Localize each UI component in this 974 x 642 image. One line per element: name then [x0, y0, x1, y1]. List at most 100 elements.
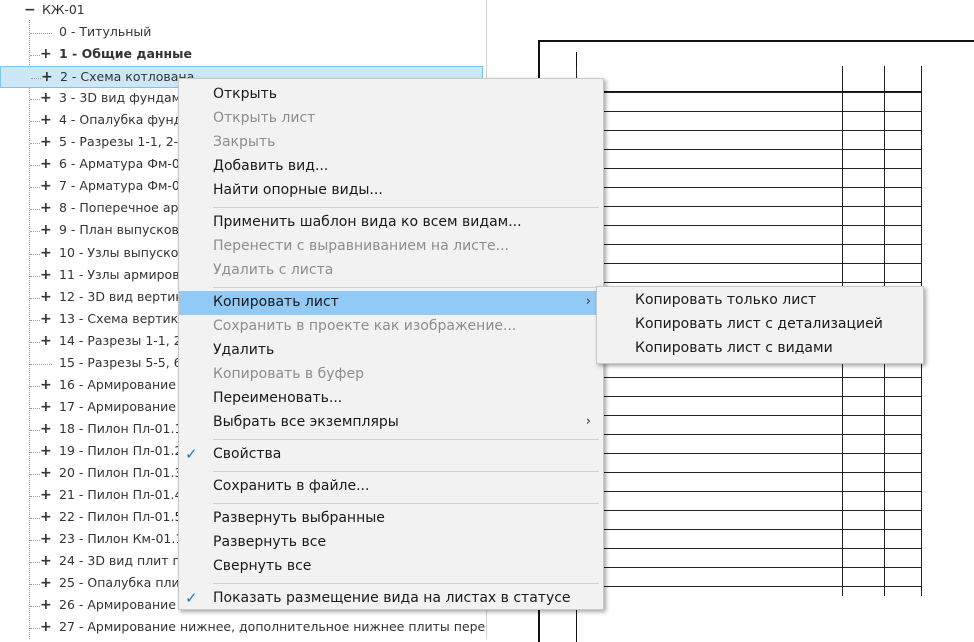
tree-connector — [30, 584, 40, 586]
menu-item[interactable]: ✓ Показать размещение вида на листах в ст… — [179, 587, 603, 611]
plus-icon[interactable]: + — [40, 532, 52, 546]
plus-icon[interactable]: + — [40, 598, 52, 612]
menu-item[interactable]: Свернуть все — [179, 555, 603, 579]
plus-icon[interactable]: + — [40, 510, 52, 524]
menu-separator — [213, 583, 599, 584]
tree-item-label: 26 - Армирование — [59, 597, 176, 613]
plus-icon[interactable]: + — [40, 620, 52, 634]
menu-item[interactable]: Сохранить в проекте как изображение... — [179, 315, 603, 339]
menu-item[interactable]: Переименовать... — [179, 387, 603, 411]
menu-separator — [213, 287, 599, 288]
tree-item-label: 9 - План выпусков — [59, 222, 179, 238]
menu-item[interactable]: Копировать в буфер — [179, 363, 603, 387]
sheet-table-line — [576, 472, 921, 473]
plus-icon[interactable]: + — [40, 488, 52, 502]
tree-item-label: 22 - Пилон Пл-01.5 — [59, 509, 183, 525]
tree-item-label: 13 - Схема вертика — [59, 310, 186, 326]
menu-item[interactable]: Закрыть — [179, 131, 603, 155]
tree-item[interactable]: +27 - Армирование нижнее, дополнительное… — [0, 617, 486, 639]
menu-separator — [213, 207, 599, 208]
plus-icon[interactable]: + — [40, 201, 52, 215]
sheet-table-line — [576, 415, 921, 416]
menu-item[interactable]: Развернуть выбранные — [179, 507, 603, 531]
menu-item[interactable]: Удалить с листа — [179, 259, 603, 283]
menu-item[interactable]: Найти опорные виды... — [179, 179, 603, 203]
sheet-table-line — [576, 586, 921, 587]
tree-item-label: 15 - Разрезы 5-5, 6 — [59, 354, 182, 370]
menu-item[interactable]: Открыть лист — [179, 107, 603, 131]
plus-icon[interactable]: + — [40, 554, 52, 568]
tree-connector — [30, 429, 40, 431]
menu-item-label: Свернуть все — [213, 558, 312, 574]
plus-icon[interactable]: + — [40, 135, 52, 149]
tree-item-label: 24 - 3D вид плит пе — [59, 553, 189, 569]
tree-connector — [30, 55, 40, 57]
menu-item[interactable]: Выбрать все экземпляры › — [179, 411, 603, 435]
sheet-table-line — [576, 263, 921, 264]
menu-item[interactable]: Удалить — [179, 339, 603, 363]
menu-item[interactable]: Перенести с выравниванием на листе... — [179, 235, 603, 259]
plus-icon[interactable]: + — [40, 223, 52, 237]
tree-item-label: 25 - Опалубка плит — [59, 575, 187, 591]
menu-item[interactable]: Открыть — [179, 83, 603, 107]
plus-icon[interactable]: + — [40, 422, 52, 436]
sheet-table-line — [576, 282, 921, 283]
tree-item-label: 7 - Арматура Фм-0 — [59, 178, 180, 194]
plus-icon[interactable]: + — [40, 268, 52, 282]
tree-item[interactable]: 0 - Титульный — [0, 22, 486, 44]
tree-item-label: 23 - Пилон Км-01.1 — [59, 531, 184, 547]
menu-item[interactable]: Применить шаблон вида ко всем видам... — [179, 211, 603, 235]
plus-icon[interactable]: + — [40, 113, 52, 127]
plus-icon[interactable]: + — [40, 157, 52, 171]
plus-icon[interactable]: + — [40, 400, 52, 414]
tree-connector — [30, 231, 40, 233]
submenu-item[interactable]: Копировать только лист — [597, 289, 923, 313]
menu-item-label: Сохранить в проекте как изображение... — [213, 318, 517, 334]
plus-icon[interactable]: + — [40, 378, 52, 392]
menu-item[interactable]: Развернуть все — [179, 531, 603, 555]
plus-icon[interactable]: + — [40, 444, 52, 458]
plus-icon[interactable]: + — [41, 70, 53, 84]
chevron-right-icon: › — [585, 414, 591, 429]
plus-icon[interactable]: + — [40, 246, 52, 260]
tree-item[interactable]: +1 - Общие данные — [0, 44, 486, 66]
menu-item[interactable]: Копировать лист › — [179, 291, 603, 315]
menu-item-label: Сохранить в файле... — [213, 478, 370, 494]
menu-item[interactable]: Добавить вид... — [179, 155, 603, 179]
tree-connector — [30, 474, 40, 475]
menu-item[interactable]: ✓ Свойства — [179, 443, 603, 467]
tree-item-label: 1 - Общие данные — [59, 46, 192, 62]
tree-connector — [30, 121, 40, 123]
plus-icon[interactable]: + — [40, 47, 52, 61]
tree-connector — [30, 341, 40, 343]
plus-icon[interactable]: + — [40, 466, 52, 480]
plus-icon[interactable]: + — [40, 290, 52, 304]
submenu-item-label: Копировать лист с детализацией — [635, 316, 883, 332]
submenu-item-label: Копировать лист с видами — [635, 340, 833, 356]
sheet-table-line — [576, 92, 921, 93]
plus-icon[interactable]: + — [40, 91, 52, 105]
tree-connector — [30, 363, 52, 365]
tree-connector — [30, 385, 40, 387]
tree-connector — [30, 518, 40, 520]
menu-item-label: Свойства — [213, 446, 282, 462]
menu-item-label: Закрыть — [213, 134, 276, 150]
tree-connector — [31, 78, 41, 80]
context-menu: Открыть Открыть лист Закрыть Добавить вид..… — [178, 78, 604, 610]
plus-icon[interactable]: + — [40, 576, 52, 590]
plus-icon[interactable]: + — [40, 334, 52, 348]
menu-item-label: Переименовать... — [213, 390, 343, 406]
minus-icon[interactable]: − — [24, 3, 36, 17]
tree-root-label[interactable]: КЖ-01 — [42, 2, 85, 17]
submenu-item[interactable]: Копировать лист с детализацией — [597, 313, 923, 337]
sheet-table-line — [576, 206, 921, 207]
tree-item-label: 19 - Пилон Пл-01.2 — [59, 442, 183, 458]
submenu-item[interactable]: Копировать лист с видами — [597, 337, 923, 361]
menu-separator — [213, 471, 599, 472]
menu-item[interactable]: Сохранить в файле... — [179, 475, 603, 499]
sheet-table-line — [576, 244, 921, 245]
menu-item-label: Добавить вид... — [213, 158, 329, 174]
plus-icon[interactable]: + — [40, 179, 52, 193]
plus-icon[interactable]: + — [40, 312, 52, 326]
sheet-table-line — [576, 168, 921, 169]
